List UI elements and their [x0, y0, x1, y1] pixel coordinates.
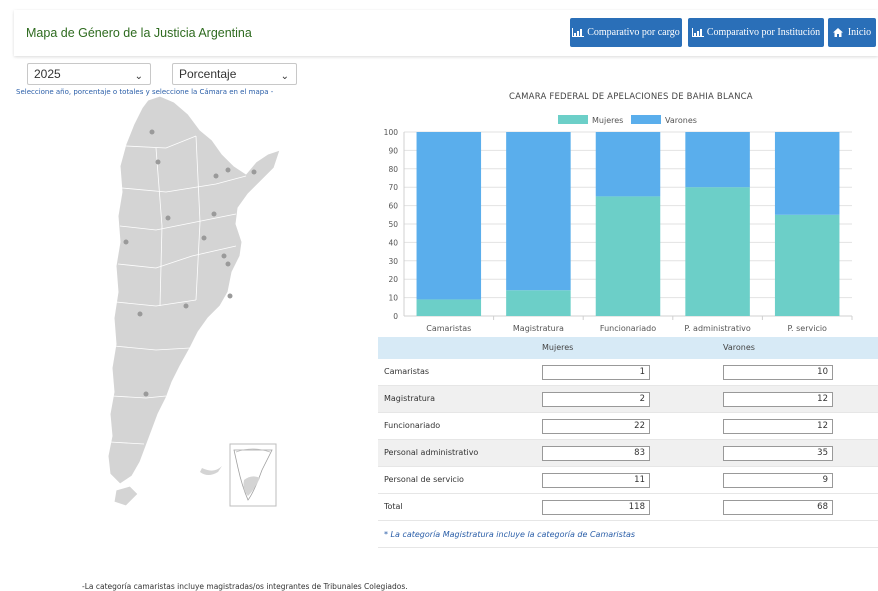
chart-icon	[691, 28, 704, 37]
table-row: Funcionariado 22 12	[378, 413, 878, 440]
chevron-down-icon: ⌄	[134, 71, 143, 82]
mode-select-value: Porcentaje	[179, 67, 237, 81]
y-tick-label: 40	[388, 238, 398, 247]
chart-title: CAMARA FEDERAL DE APELACIONES DE BAHIA B…	[509, 92, 753, 102]
tierra-del-fuego[interactable]	[113, 485, 139, 507]
y-tick-label: 90	[388, 146, 398, 155]
row-label: Magistratura	[384, 394, 435, 403]
app-title: Mapa de Género de la Justicia Argentina	[26, 26, 252, 40]
chevron-down-icon: ⌄	[280, 71, 289, 82]
year-select[interactable]: 2025 ⌄	[27, 63, 151, 85]
x-tick-label: P. servicio	[787, 324, 827, 333]
y-tick-label: 60	[388, 202, 398, 211]
mujeres-value: 83	[542, 446, 650, 461]
varones-value: 10	[723, 365, 833, 380]
x-tick-label: Camaristas	[426, 324, 471, 333]
row-label: Personal de servicio	[384, 475, 464, 484]
inicio-button[interactable]: Inicio	[828, 18, 876, 47]
legend-swatch	[631, 115, 661, 124]
antarctica-inset	[200, 443, 277, 507]
filter-hint: Seleccione año, porcentaje o totales y s…	[16, 88, 274, 96]
argentina-map[interactable]	[96, 96, 286, 516]
table-row: Camaristas 1 10	[378, 359, 878, 386]
legend-label: Varones	[665, 116, 697, 125]
inicio-label: Inicio	[847, 27, 872, 38]
bar-varones	[685, 132, 750, 188]
comparativo-institucion-button[interactable]: Comparativo por Institución	[688, 18, 824, 47]
table-row: Personal administrativo 83 35	[378, 440, 878, 467]
header-varones: Varones	[723, 343, 755, 352]
row-label: Personal administrativo	[384, 448, 479, 457]
year-select-value: 2025	[34, 67, 61, 81]
mujeres-value: 1	[542, 365, 650, 380]
varones-value: 68	[723, 500, 833, 515]
bar-varones	[774, 132, 840, 215]
bar-mujeres	[774, 214, 840, 316]
varones-value: 12	[723, 392, 833, 407]
x-tick-label: P. administrativo	[684, 324, 751, 333]
x-tick-label: Funcionariado	[600, 324, 656, 333]
x-tick-label: Magistratura	[513, 324, 564, 333]
mujeres-value: 22	[542, 419, 650, 434]
table-row: Personal de servicio 11 9	[378, 467, 878, 494]
mujeres-value: 11	[542, 473, 650, 488]
y-tick-label: 80	[388, 165, 398, 174]
comparativo-institucion-label: Comparativo por Institución	[706, 27, 821, 38]
bar-varones	[595, 132, 661, 197]
y-tick-label: 100	[384, 128, 399, 137]
y-tick-label: 0	[393, 312, 398, 321]
bar-varones	[416, 132, 482, 300]
mujeres-value: 2	[542, 392, 650, 407]
bar-mujeres	[685, 187, 750, 316]
table-divider	[378, 547, 878, 548]
comparativo-cargo-label: Comparativo por cargo	[587, 27, 680, 38]
table-row: Magistratura 2 12	[378, 386, 878, 413]
bar-varones	[506, 132, 571, 291]
varones-value: 12	[723, 419, 833, 434]
row-label: Funcionariado	[384, 421, 441, 430]
y-tick-label: 20	[388, 275, 398, 284]
varones-value: 9	[723, 473, 833, 488]
legend-label: Mujeres	[592, 116, 623, 125]
varones-value: 35	[723, 446, 833, 461]
mujeres-value: 118	[542, 500, 650, 515]
y-tick-label: 70	[388, 183, 398, 192]
table-row: Total 118 68	[378, 494, 878, 521]
table-note: * La categoría Magistratura incluye la c…	[384, 530, 636, 539]
bar-mujeres	[416, 299, 482, 316]
bar-mujeres	[595, 196, 661, 316]
chart-icon	[572, 28, 585, 37]
header-mujeres: Mujeres	[542, 343, 574, 352]
comparativo-cargo-button[interactable]: Comparativo por cargo	[570, 18, 682, 47]
stacked-bar-chart: Mujeres Varones 0 10 20 30 40 50 60 70 80 90 100 Cama…	[384, 115, 853, 333]
argentina-mainland[interactable]	[107, 96, 281, 485]
row-label: Total	[384, 502, 403, 511]
y-tick-label: 10	[388, 294, 398, 303]
bar-mujeres	[506, 290, 571, 316]
row-label: Camaristas	[384, 367, 430, 376]
table-header: Mujeres Varones	[378, 337, 878, 359]
legend-swatch	[558, 115, 588, 124]
home-icon	[832, 28, 845, 37]
y-tick-label: 30	[388, 257, 398, 266]
y-tick-label: 50	[388, 220, 398, 229]
mode-select[interactable]: Porcentaje ⌄	[172, 63, 297, 85]
